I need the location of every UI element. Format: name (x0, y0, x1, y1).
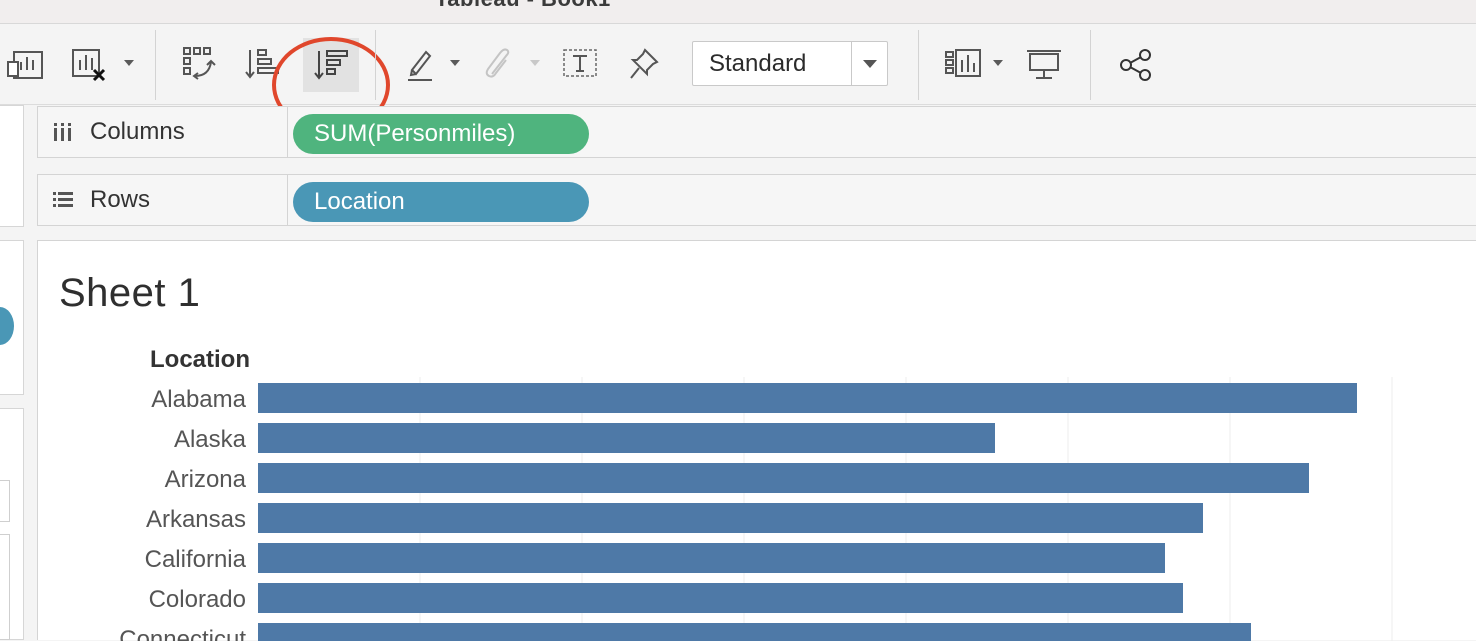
rows-shelf-text: Rows (90, 186, 151, 213)
category-label[interactable]: Arizona (165, 466, 247, 493)
fix-axes-icon[interactable] (621, 42, 665, 86)
bar-alabama[interactable] (258, 383, 1357, 413)
viz-canvas[interactable]: Alabama Alaska Arizona Arkansas California Co… (37, 240, 1476, 641)
columns-pill[interactable]: SUM(Personmiles) (293, 114, 589, 154)
rows-shelf-label: Rows (38, 175, 288, 225)
clear-sheet-dropdown-icon[interactable] (124, 60, 134, 66)
show-me-dropdown-icon[interactable] (993, 60, 1003, 66)
group-members-icon[interactable] (476, 42, 520, 86)
columns-shelf-text: Columns (90, 118, 185, 145)
rows-pill-text: Location (314, 188, 405, 215)
clear-sheet-icon[interactable] (66, 42, 110, 86)
row-header-location: Location (150, 346, 250, 373)
sheet-title: Sheet 1 (59, 271, 201, 315)
title-bar: Tableau - Book1 (0, 0, 1476, 24)
bar-arkansas[interactable] (258, 503, 1203, 533)
bar-arizona[interactable] (258, 463, 1309, 493)
group-dropdown-icon[interactable] (530, 60, 540, 66)
bar-alaska[interactable] (258, 423, 995, 453)
show-mark-labels-icon[interactable] (558, 42, 602, 86)
toolbar: Standard (0, 24, 1476, 133)
side-panel-edge (0, 105, 24, 227)
category-label[interactable]: Alabama (151, 386, 246, 413)
side-panel-control[interactable] (0, 480, 10, 522)
toolbar-divider (918, 30, 919, 100)
show-me-icon[interactable] (940, 42, 984, 86)
swap-rows-columns-icon[interactable] (177, 42, 221, 86)
columns-shelf[interactable]: Columns SUM(Personmiles) (37, 106, 1476, 158)
rows-shelf[interactable]: Rows Location (37, 174, 1476, 226)
sort-descending-icon[interactable] (303, 38, 359, 92)
toolbar-divider (375, 30, 376, 100)
category-label[interactable]: Colorado (149, 586, 246, 613)
columns-shelf-label: Columns (38, 107, 288, 157)
bar-colorado[interactable] (258, 583, 1183, 613)
side-panel-control[interactable] (0, 534, 10, 640)
toolbar-divider (1090, 30, 1091, 100)
chevron-down-icon[interactable] (851, 42, 887, 85)
fit-dropdown[interactable]: Standard (692, 41, 888, 86)
highlight-dropdown-icon[interactable] (450, 60, 460, 66)
bar-california[interactable] (258, 543, 1165, 573)
rows-pill[interactable]: Location (293, 182, 589, 222)
window-title: Tableau - Book1 (435, 0, 611, 12)
bar-connecticut[interactable] (258, 623, 1251, 641)
category-label[interactable]: Connecticut (119, 626, 246, 641)
bar-chart[interactable]: Alabama Alaska Arizona Arkansas California Co… (38, 241, 1476, 641)
toolbar-divider (155, 30, 156, 100)
fit-dropdown-value: Standard (709, 49, 807, 77)
category-label[interactable]: California (145, 546, 247, 573)
category-label[interactable]: Arkansas (146, 506, 246, 533)
category-label[interactable]: Alaska (174, 426, 247, 453)
columns-pill-text: SUM(Personmiles) (314, 120, 516, 147)
new-worksheet-icon[interactable] (4, 42, 48, 86)
presentation-mode-icon[interactable] (1022, 42, 1066, 86)
columns-icon (52, 121, 76, 143)
rows-icon (52, 189, 76, 211)
highlight-icon[interactable] (398, 42, 442, 86)
share-icon[interactable] (1114, 42, 1158, 86)
sort-ascending-icon[interactable] (240, 42, 284, 86)
